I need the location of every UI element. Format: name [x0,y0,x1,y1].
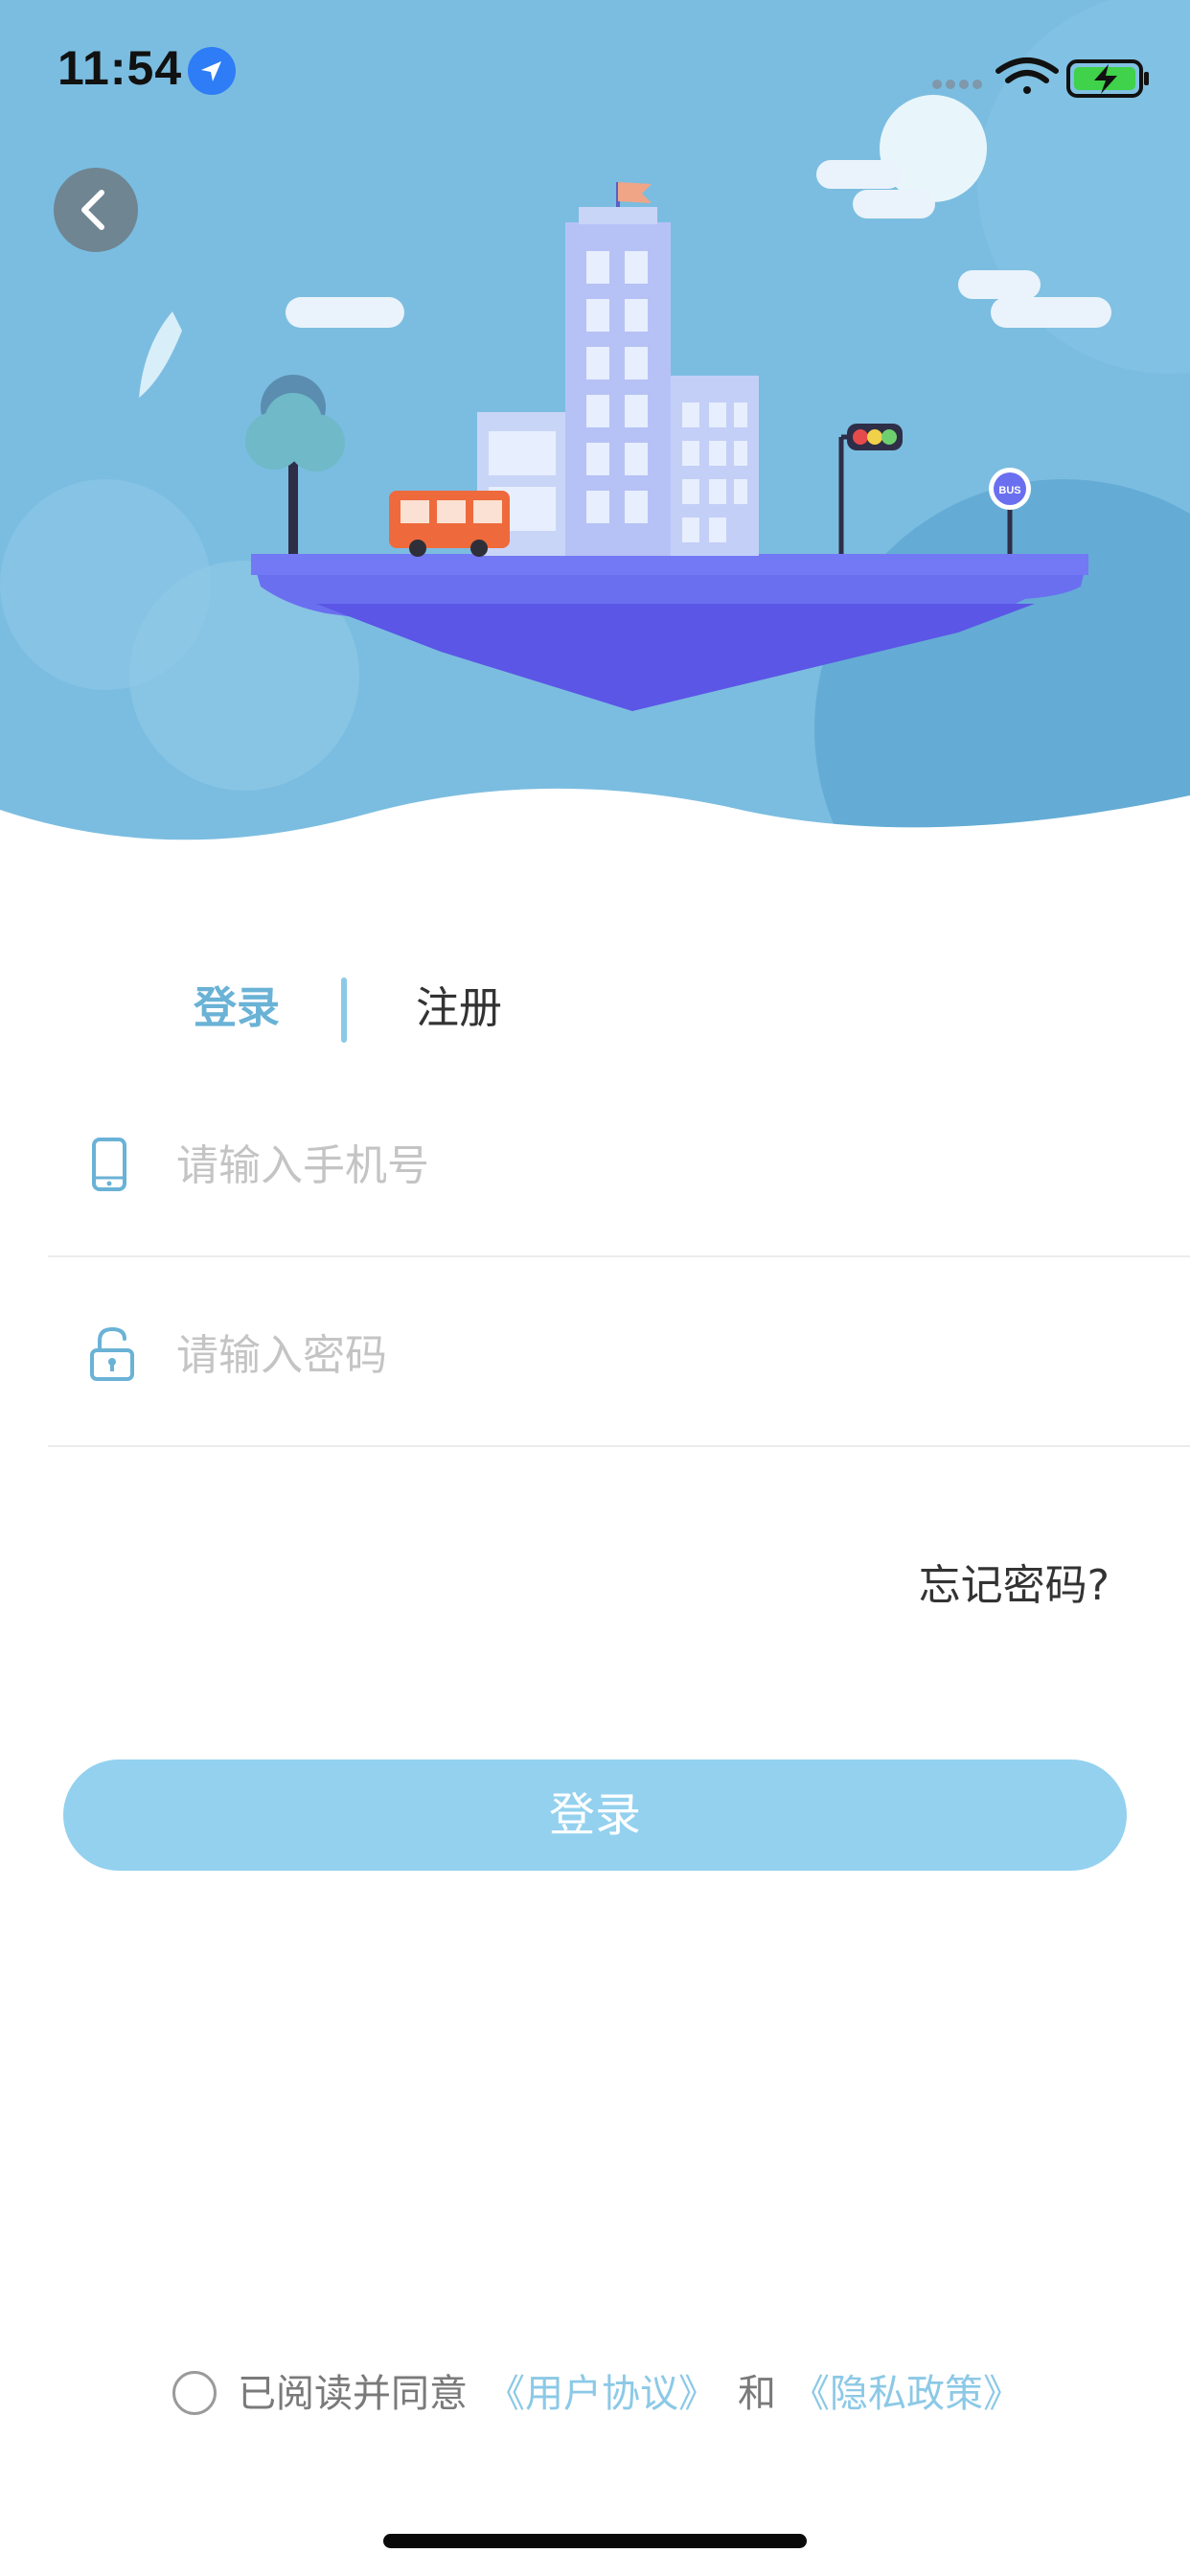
agreement-prefix: 已阅读并同意 [238,2372,468,2416]
unlock-icon [88,1325,136,1387]
location-arrow-icon [188,47,236,95]
back-button[interactable] [54,168,138,252]
login-button[interactable]: 登录 [63,1760,1127,1871]
password-input[interactable] [174,1316,1117,1394]
agreement-row: 已阅读并同意 《用户协议》 和 《隐私政策》 [0,2367,1190,2434]
user-agreement-link[interactable]: 《用户协议》 [487,2369,717,2419]
divider [48,1445,1190,1447]
tab-divider [341,978,347,1043]
phone-input[interactable] [174,1126,1117,1205]
password-field-row [48,1297,1190,1412]
status-bar: 11:54 [0,0,1190,144]
wifi-icon [995,58,1059,94]
chevron-left-icon [81,190,104,230]
battery-charging-icon [1066,59,1149,98]
phone-field-row [48,1107,1190,1222]
agreement-checkbox[interactable] [172,2371,217,2415]
home-indicator [383,2534,807,2548]
status-time: 11:54 [57,41,183,95]
cellular-signal-icon [932,80,982,89]
tab-login[interactable]: 登录 [194,979,280,1037]
forgot-password-link[interactable]: 忘记密码? [919,1551,1110,1612]
status-icons [932,58,1149,98]
privacy-policy-link[interactable]: 《隐私政策》 [791,2369,1021,2419]
mobile-phone-icon [88,1136,130,1197]
divider [48,1255,1190,1257]
bus-sign-text: BUS [998,485,1020,496]
agreement-conjunction: 和 [738,2372,776,2416]
tab-register[interactable]: 注册 [416,979,502,1037]
